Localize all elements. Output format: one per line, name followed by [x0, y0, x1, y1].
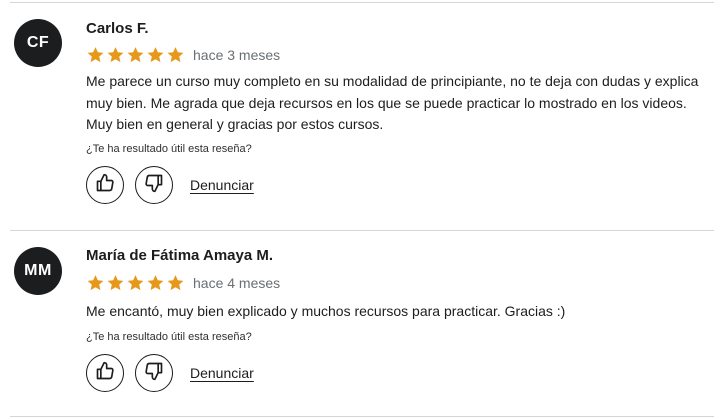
thumbs-down-icon — [144, 361, 164, 386]
helpful-question: ¿Te ha resultado útil esta reseña? — [86, 143, 252, 155]
thumbs-up-icon — [95, 173, 115, 198]
thumbs-down-icon — [144, 173, 164, 198]
star-icon — [126, 46, 145, 64]
rating-stars — [86, 274, 185, 292]
review-text: Me encantó, muy bien explicado y muchos … — [86, 303, 566, 319]
star-icon — [86, 274, 105, 292]
divider — [10, 416, 714, 417]
not-helpful-button[interactable] — [135, 354, 173, 392]
review-date: hace 4 meses — [193, 275, 281, 291]
star-icon — [146, 46, 165, 64]
divider-top — [10, 2, 714, 3]
star-icon — [146, 274, 165, 292]
report-link[interactable]: Denunciar — [190, 177, 254, 193]
report-link[interactable]: Denunciar — [190, 365, 254, 381]
helpful-button[interactable] — [86, 354, 124, 392]
star-icon — [86, 46, 105, 64]
helpful-button[interactable] — [86, 166, 124, 204]
reviewer-name: Carlos F. — [86, 20, 149, 37]
reviewer-name: María de Fátima Amaya M. — [86, 247, 274, 264]
review-text: Me parece un curso muy completo en su mo… — [86, 73, 699, 132]
not-helpful-button[interactable] — [135, 166, 173, 204]
avatar: MM — [14, 247, 62, 295]
divider — [10, 230, 714, 231]
review-date: hace 3 meses — [193, 47, 281, 63]
thumbs-up-icon — [95, 361, 115, 386]
avatar: CF — [14, 19, 62, 67]
helpful-question: ¿Te ha resultado útil esta reseña? — [86, 331, 252, 343]
star-icon — [106, 46, 125, 64]
star-icon — [126, 274, 145, 292]
star-icon — [166, 46, 185, 64]
star-icon — [166, 274, 185, 292]
star-icon — [106, 274, 125, 292]
rating-stars — [86, 46, 185, 64]
